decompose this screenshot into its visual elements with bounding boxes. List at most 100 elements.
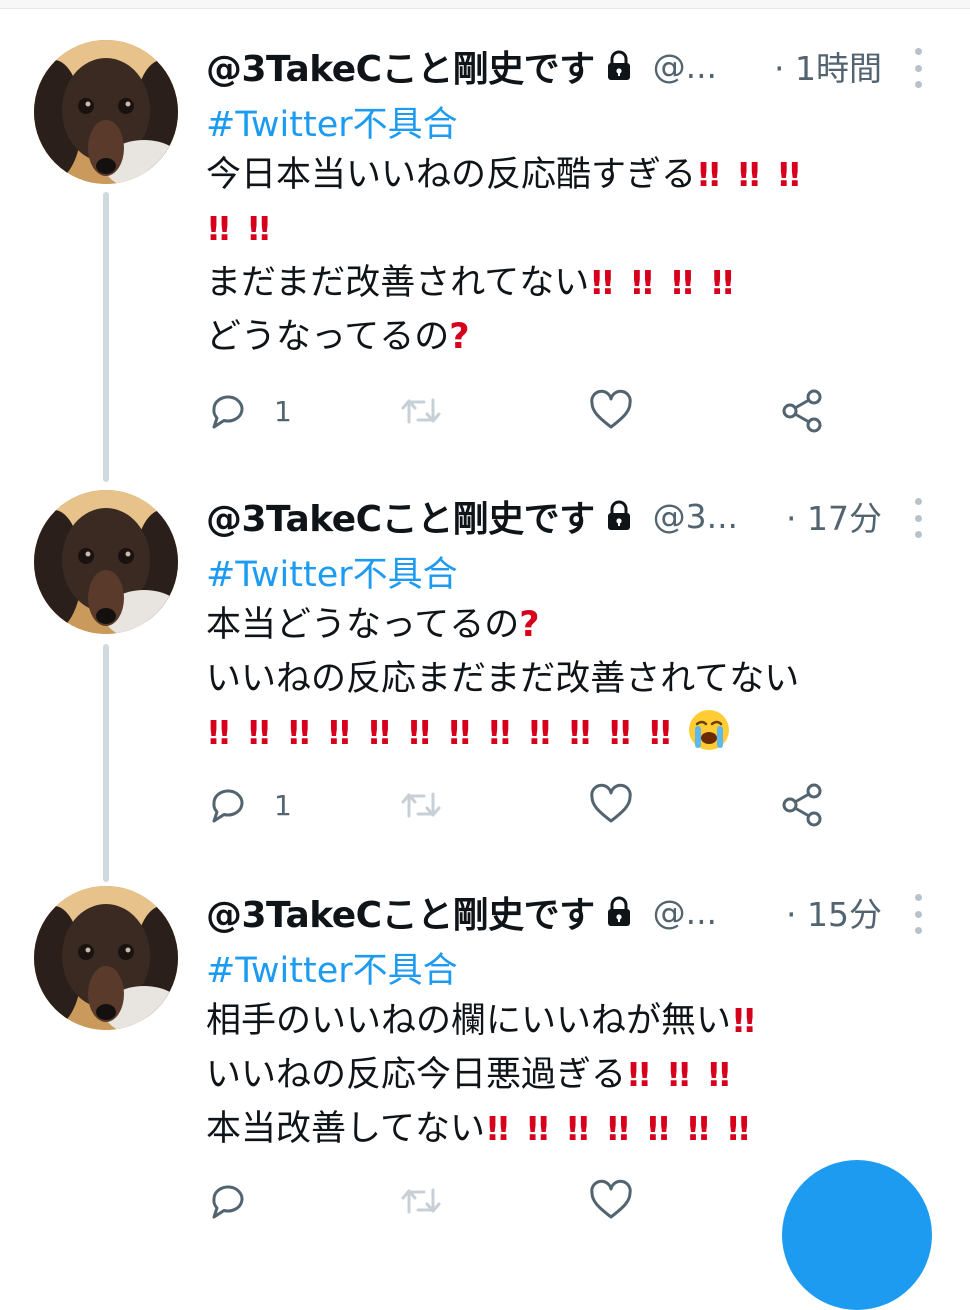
reply-button[interactable]: 1 xyxy=(206,386,292,436)
thread-line xyxy=(103,192,109,482)
share-button[interactable] xyxy=(780,386,826,436)
lock-icon xyxy=(605,50,633,82)
double-exclamation-emoji: !! xyxy=(286,713,312,752)
top-divider xyxy=(0,0,970,9)
tweet-actions: 1 xyxy=(206,780,846,830)
reply-count: 1 xyxy=(274,394,292,428)
hashtag-link[interactable]: #Twitter不具合 xyxy=(206,546,458,597)
tweet-text-segment: どうなってるの xyxy=(206,317,450,357)
tweet-text-line: !!!!!!!!!!!!!!!!!!!!!!!! xyxy=(206,706,926,760)
tweet-text-segment: 本当改善してない xyxy=(206,1109,485,1149)
timestamp[interactable]: · 15分 xyxy=(786,886,882,938)
tweet-text-line: 相手のいいねの欄にいいねが無い!! xyxy=(206,994,926,1048)
user-handle[interactable]: @... xyxy=(653,47,717,86)
display-name[interactable]: @3TakeCこと剛史です xyxy=(206,886,595,938)
double-exclamation-emoji: !! xyxy=(685,1109,712,1148)
heart-icon xyxy=(590,1179,632,1219)
question-mark-emoji: ? xyxy=(449,317,470,357)
tweet-text-line: 今日本当いいねの反応酷すぎる!!!!!! xyxy=(206,148,926,202)
question-mark-emoji: ? xyxy=(519,605,540,645)
more-vertical-icon[interactable] xyxy=(908,498,928,538)
heart-icon xyxy=(590,783,632,823)
share-icon xyxy=(782,783,822,827)
retweet-button[interactable] xyxy=(398,780,444,830)
share-icon xyxy=(782,389,822,433)
double-exclamation-emoji: !! xyxy=(326,713,352,752)
double-exclamation-emoji: !! xyxy=(706,1055,732,1094)
double-exclamation-emoji: !! xyxy=(246,713,272,752)
reply-button[interactable] xyxy=(206,1176,252,1226)
double-exclamation-emoji: !! xyxy=(565,1109,591,1148)
thread-line xyxy=(103,644,109,882)
double-exclamation-emoji: !! xyxy=(486,713,513,752)
tweet-text: 相手のいいねの欄にいいねが無い!! いいねの反応今日悪過ぎる!!!!!! 本当改善し… xyxy=(206,994,926,1156)
tweet-text-line: どうなってるの? xyxy=(206,310,926,364)
double-exclamation-emoji: !! xyxy=(366,713,392,752)
double-exclamation-emoji: !! xyxy=(446,713,473,752)
share-button[interactable] xyxy=(780,780,826,830)
retweet-button[interactable] xyxy=(398,1176,444,1226)
tweet-text-segment: いいねの反応今日悪過ぎる xyxy=(206,1055,627,1095)
tweet-text-segment: 本当どうなってるの xyxy=(206,605,520,645)
reply-icon xyxy=(212,395,244,429)
tweet-text-segment: 相手のいいねの欄にいいねが無い xyxy=(206,1001,732,1041)
retweet-icon xyxy=(401,1188,441,1214)
more-vertical-icon[interactable] xyxy=(908,48,928,88)
hashtag-link[interactable]: #Twitter不具合 xyxy=(206,96,458,147)
timestamp[interactable]: · 1時間 xyxy=(774,40,882,92)
tweet-actions: 1 xyxy=(206,386,846,436)
double-exclamation-emoji: !! xyxy=(566,713,593,752)
double-exclamation-emoji: !! xyxy=(626,1055,652,1094)
user-handle[interactable]: @... xyxy=(653,893,717,932)
timestamp[interactable]: · 17分 xyxy=(786,490,882,542)
heart-icon xyxy=(590,389,632,429)
compose-fab[interactable] xyxy=(782,1160,932,1310)
double-exclamation-emoji: !! xyxy=(736,155,762,194)
retweet-button[interactable] xyxy=(398,386,444,436)
user-handle[interactable]: @3... xyxy=(653,497,738,536)
reply-button[interactable]: 1 xyxy=(206,780,292,830)
double-exclamation-emoji: !! xyxy=(666,1055,692,1094)
tweet-text-segment: まだまだ改善されてない xyxy=(206,263,590,303)
tweet-text-line: !!!! xyxy=(206,202,926,256)
double-exclamation-emoji: !! xyxy=(709,263,736,302)
reply-icon xyxy=(212,789,244,823)
tweet-text-line: 本当どうなってるの? xyxy=(206,598,926,652)
tweet-text: 今日本当いいねの反応酷すぎる!!!!!!!!!! まだまだ改善されてない!!!!!… xyxy=(206,148,926,364)
lock-icon xyxy=(605,896,633,928)
double-exclamation-emoji: !! xyxy=(206,713,232,752)
double-exclamation-emoji: !! xyxy=(696,155,722,194)
double-exclamation-emoji: !! xyxy=(669,263,695,302)
like-button[interactable] xyxy=(588,386,634,436)
reply-count: 1 xyxy=(274,788,292,822)
like-button[interactable] xyxy=(588,1176,634,1226)
tweet-text-segment: 今日本当いいねの反応酷すぎる xyxy=(206,155,697,195)
double-exclamation-emoji: !! xyxy=(206,209,232,248)
tweet-text: 本当どうなってるの? いいねの反応まだまだ改善されてない!!!!!!!!!!!!!… xyxy=(206,598,926,760)
double-exclamation-emoji: !! xyxy=(647,713,673,752)
tweet-text-line: まだまだ改善されてない!!!!!!!! xyxy=(206,256,926,310)
tweet-text-segment: いいねの反応まだまだ改善されてない xyxy=(206,659,800,699)
double-exclamation-emoji: !! xyxy=(526,713,553,752)
double-exclamation-emoji: !! xyxy=(589,263,615,302)
tweet-text-line: いいねの反応まだまだ改善されてない xyxy=(206,652,926,706)
double-exclamation-emoji: !! xyxy=(731,1001,757,1040)
hashtag-link[interactable]: #Twitter不具合 xyxy=(206,942,458,993)
double-exclamation-emoji: !! xyxy=(629,263,655,302)
display-name[interactable]: @3TakeCこと剛史です xyxy=(206,490,595,542)
double-exclamation-emoji: !! xyxy=(645,1109,671,1148)
avatar[interactable] xyxy=(34,886,178,1030)
avatar[interactable] xyxy=(34,40,178,184)
display-name[interactable]: @3TakeCこと剛史です xyxy=(206,40,595,92)
double-exclamation-emoji: !! xyxy=(725,1109,752,1148)
double-exclamation-emoji: !! xyxy=(776,155,802,194)
like-button[interactable] xyxy=(588,780,634,830)
more-vertical-icon[interactable] xyxy=(908,894,928,934)
double-exclamation-emoji: !! xyxy=(484,1109,511,1148)
retweet-icon xyxy=(401,398,441,424)
tweet-text-line: 本当改善してない!!!!!!!!!!!!!! xyxy=(206,1102,926,1156)
retweet-icon xyxy=(401,792,441,818)
loudly-crying-face-emoji xyxy=(687,708,731,752)
avatar[interactable] xyxy=(34,490,178,634)
lock-icon xyxy=(605,500,633,532)
